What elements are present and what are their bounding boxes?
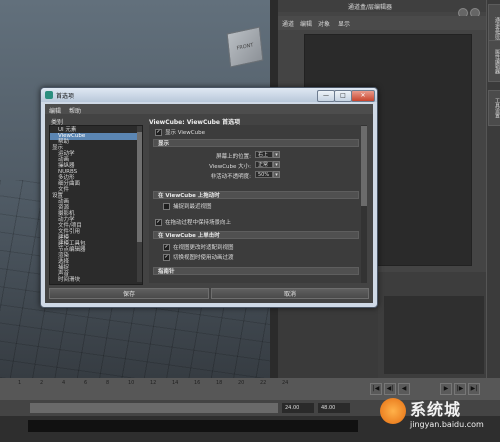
panel-scroll-thumb[interactable] xyxy=(361,126,367,206)
section-compass-header[interactable]: 指南针 xyxy=(153,267,359,275)
show-viewcube-checkbox[interactable]: ✓ xyxy=(155,129,162,136)
position-dropdown[interactable]: 右上 xyxy=(255,151,273,158)
fit-to-view-label: 在视图更改时适配到视图 xyxy=(173,245,234,251)
category-list[interactable]: UI 元素 ViewCube 帮助 显示 运动学 动画 操纵器 NURBS 多边… xyxy=(49,125,143,285)
timeline-tick: 22 xyxy=(260,380,267,386)
size-dropdown[interactable]: 正常 xyxy=(255,161,273,168)
side-tab-strip: 通道盒/层编辑器 属性编辑器 工具设置 xyxy=(486,0,500,378)
layer-list[interactable] xyxy=(384,296,484,374)
viewcube-settings-panel: ✓ 显示 ViewCube 显示 屏幕上的位置: 右上 ▾ ViewCube 大… xyxy=(149,125,367,283)
dialog-body: 编辑 帮助 类别 UI 元素 ViewCube 帮助 显示 运动学 动画 操纵器… xyxy=(45,104,373,303)
maya-app-icon xyxy=(45,91,53,99)
animate-transition-label: 切换视图时使用动画过渡 xyxy=(173,255,234,261)
animate-transition-checkbox[interactable]: ✓ xyxy=(163,254,170,261)
timeline-tick: 18 xyxy=(216,380,223,386)
timeline-tick: 4 xyxy=(62,380,66,386)
dialog-menubar: 编辑 帮助 xyxy=(45,104,373,115)
viewcube-widget[interactable]: FRONT xyxy=(226,26,264,68)
preferences-dialog: 首选项 — □ ✕ 编辑 帮助 类别 UI 元素 ViewCube 帮助 显示 … xyxy=(40,87,378,308)
range-slider[interactable] xyxy=(30,403,278,413)
chevron-down-icon[interactable]: ▾ xyxy=(273,171,280,178)
watermark-logo-icon xyxy=(380,398,406,424)
category-scroll-thumb[interactable] xyxy=(137,132,142,242)
close-button[interactable]: ✕ xyxy=(351,90,375,102)
animation-end-field[interactable]: 48.00 xyxy=(318,403,350,413)
timeline-tick: 20 xyxy=(238,380,245,386)
chevron-down-icon[interactable]: ▾ xyxy=(273,151,280,158)
timeline-tick: 10 xyxy=(128,380,135,386)
watermark: 系统城 jingyan.baidu.com xyxy=(380,392,498,436)
channel-box-menubar: 通道 编辑 对象 显示 xyxy=(278,16,486,30)
keep-upright-label: 在拖动过程中保持场景向上 xyxy=(165,220,232,226)
minimize-button[interactable]: — xyxy=(317,90,335,102)
menu-show[interactable]: 显示 xyxy=(338,19,350,28)
timeline-tick: 24 xyxy=(282,380,289,386)
playback-end-field[interactable]: 24.00 xyxy=(282,403,314,413)
watermark-site-name: 系统城 xyxy=(410,400,462,419)
show-viewcube-label: 显示 ViewCube xyxy=(165,130,206,136)
opacity-label: 非活动不透明度: xyxy=(210,174,251,180)
section-display-header[interactable]: 显示 xyxy=(153,139,359,147)
dialog-titlebar[interactable]: 首选项 — □ ✕ xyxy=(41,88,377,102)
viewcube-face-label: FRONT xyxy=(236,42,254,52)
opacity-dropdown[interactable]: 50% xyxy=(255,171,273,178)
category-time-slider[interactable]: 时间滑块 xyxy=(50,277,142,284)
channel-box-titlebar: 通道盒/层编辑器 xyxy=(278,0,486,12)
timeline-tick: 8 xyxy=(106,380,110,386)
save-button[interactable]: 保存 xyxy=(49,288,209,299)
command-line-input[interactable] xyxy=(28,420,358,432)
section-drag-header[interactable]: 在 ViewCube 上拖动时 xyxy=(153,191,359,199)
chevron-down-icon[interactable]: ▾ xyxy=(273,161,280,168)
watermark-url: jingyan.baidu.com xyxy=(410,420,484,429)
maximize-button[interactable]: □ xyxy=(334,90,352,102)
menu-channels[interactable]: 通道 xyxy=(282,19,294,28)
menu-help[interactable]: 帮助 xyxy=(69,106,81,115)
snap-to-closest-checkbox[interactable] xyxy=(163,203,170,210)
position-label: 屏幕上的位置: xyxy=(216,154,251,160)
snap-to-closest-label: 捕捉到最近视图 xyxy=(173,204,212,210)
keep-upright-checkbox[interactable]: ✓ xyxy=(155,219,162,226)
dialog-title: 首选项 xyxy=(56,93,75,100)
tab-attribute-editor[interactable]: 属性编辑器 xyxy=(488,40,500,82)
timeline-tick: 12 xyxy=(150,380,157,386)
timeline-tick: 1 xyxy=(18,380,22,386)
timeline-tick: 16 xyxy=(194,380,201,386)
menu-object[interactable]: 对象 xyxy=(318,19,330,28)
timeline-tick: 2 xyxy=(40,380,44,386)
channel-box-title: 通道盒/层编辑器 xyxy=(348,4,393,11)
cancel-button[interactable]: 取消 xyxy=(211,288,369,299)
timeline-tick: 6 xyxy=(84,380,88,386)
size-label: ViewCube 大小: xyxy=(209,164,251,170)
timeline-tick: 14 xyxy=(172,380,179,386)
section-click-header[interactable]: 在 ViewCube 上单击时 xyxy=(153,231,359,239)
menu-edit[interactable]: 编辑 xyxy=(49,106,61,115)
menu-edit[interactable]: 编辑 xyxy=(300,19,312,28)
tab-tool-settings[interactable]: 工具设置 xyxy=(488,90,500,126)
fit-to-view-checkbox[interactable]: ✓ xyxy=(163,244,170,251)
